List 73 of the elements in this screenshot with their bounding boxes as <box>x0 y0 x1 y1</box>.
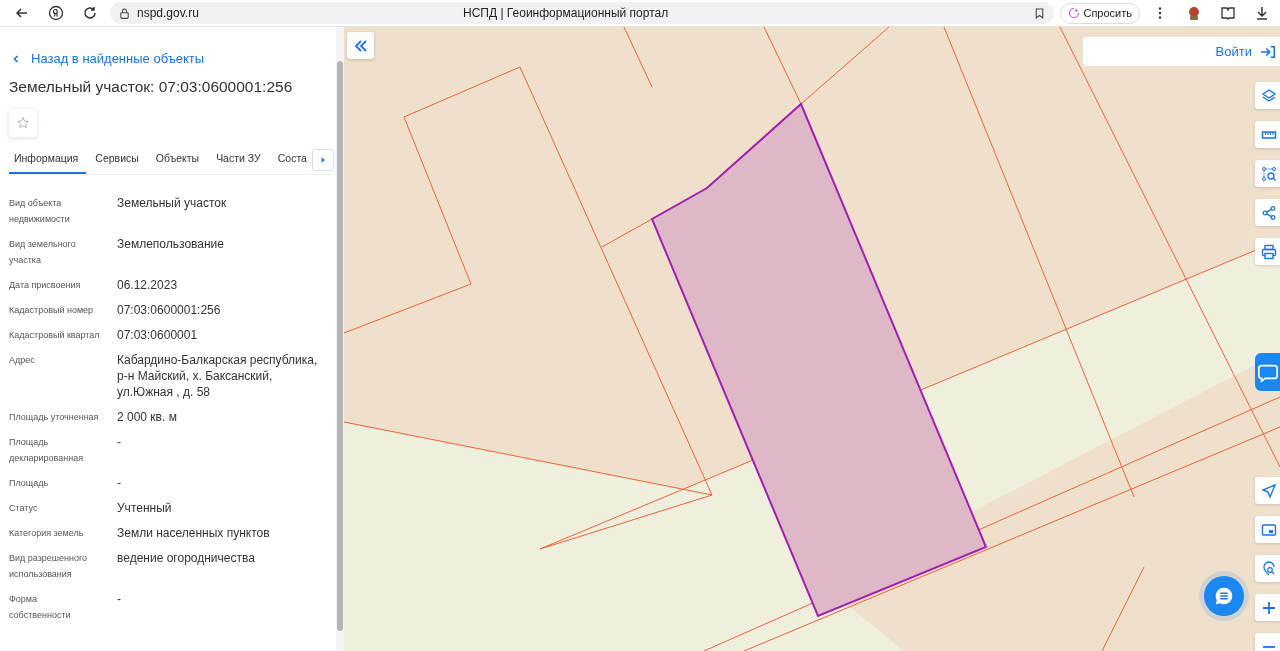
property-label: Площадь уточненная <box>9 411 100 424</box>
layers-button[interactable] <box>1255 82 1280 109</box>
login-icon <box>1260 43 1276 60</box>
chevron-left-icon <box>11 53 21 64</box>
property-value: - <box>117 475 122 491</box>
extension-icon[interactable] <box>1186 5 1202 21</box>
area-search-icon <box>1261 165 1277 182</box>
area-search-button[interactable] <box>1255 160 1280 187</box>
url-text: nspd.gov.ru <box>137 6 200 20</box>
property-value: 2 000 кв. м <box>117 409 178 425</box>
property-label: Дата присвоения <box>9 279 82 292</box>
property-value: Земельный участок <box>117 195 228 212</box>
property-label: Кадастровый квартал <box>9 329 101 342</box>
widget-button[interactable] <box>1255 353 1280 391</box>
sparkle-icon <box>1068 7 1081 19</box>
property-label: Адрес <box>9 354 36 367</box>
tab[interactable]: Части ЗУ <box>211 146 269 174</box>
browser-logo-icon[interactable] <box>48 5 64 21</box>
property-value: 07:03:0600001:256 <box>117 302 222 318</box>
property-value: - <box>117 591 122 608</box>
ruler-button[interactable] <box>1255 121 1280 148</box>
reader-icon[interactable] <box>1220 5 1236 21</box>
tab[interactable]: Информация <box>9 146 87 174</box>
plus-icon <box>1261 599 1277 616</box>
print-button[interactable] <box>1255 238 1280 265</box>
location-search-button[interactable] <box>1255 555 1280 582</box>
property-value: - <box>117 434 122 451</box>
share-icon <box>1261 204 1277 221</box>
property-label: Категория земель <box>9 527 85 540</box>
minus-icon <box>1263 645 1275 648</box>
property-label: Статус <box>9 502 39 515</box>
scrollbar[interactable] <box>336 27 344 651</box>
property-label: Вид объекта недвижимости <box>9 197 71 226</box>
ask-button[interactable]: Спросить <box>1060 2 1140 24</box>
login-button[interactable]: Войти <box>1083 37 1280 66</box>
star-icon <box>16 116 30 130</box>
property-value: Землепользование <box>117 236 225 253</box>
property-value: 06.12.2023 <box>117 277 179 293</box>
location-search-icon <box>1261 560 1277 577</box>
object-title: Земельный участок: 07:03:0600001:256 <box>9 78 294 96</box>
property-label: Вид земельного участка <box>9 238 77 267</box>
page-title: НСПД | Геоинформационный портал <box>463 6 670 20</box>
property-label: Площадь <box>9 477 50 490</box>
tab[interactable]: Соста <box>272 146 315 174</box>
property-value: Земли населенных пунктов <box>117 525 271 541</box>
zoom-in-button[interactable] <box>1255 594 1280 621</box>
collapse-panel-button[interactable] <box>347 32 374 59</box>
reload-icon[interactable] <box>82 5 98 21</box>
lock-icon <box>118 6 131 20</box>
address-bar[interactable]: nspd.gov.ru НСПД | Геоинформационный портал <box>110 2 1055 24</box>
print-icon <box>1261 243 1277 260</box>
download-icon[interactable] <box>1254 5 1270 21</box>
navigation-arrow-icon <box>1261 482 1277 499</box>
tab[interactable]: Объекты <box>150 146 208 174</box>
triangle-right-icon <box>319 156 327 164</box>
property-value: ведение огородничества <box>117 550 256 567</box>
layers-icon <box>1261 87 1277 104</box>
property-value: Учтенный <box>117 500 173 516</box>
back-link[interactable]: Назад в найденные объекты <box>11 51 336 66</box>
double-chevron-left-icon <box>352 37 369 54</box>
property-label: Площадь декларированная <box>9 436 85 465</box>
map[interactable]: Войти <box>344 27 1280 651</box>
property-label: Вид разрешенного использования <box>9 552 89 581</box>
property-label: Кадастровый номер <box>9 304 95 317</box>
locate-button[interactable] <box>1255 477 1280 504</box>
picture-in-picture-icon <box>1261 521 1277 538</box>
share-button[interactable] <box>1255 199 1280 226</box>
property-label: Форма собственности <box>9 593 72 622</box>
chat-icon <box>1213 585 1235 607</box>
tab[interactable]: Сервисы <box>90 146 147 174</box>
minimap-button[interactable] <box>1255 516 1280 543</box>
property-value: 07:03:0600001 <box>117 327 199 343</box>
property-value: Кабардино-Балкарская республика, р-н Майский, х. Баксанский, ул.Южная , д. 58 <box>117 352 319 400</box>
